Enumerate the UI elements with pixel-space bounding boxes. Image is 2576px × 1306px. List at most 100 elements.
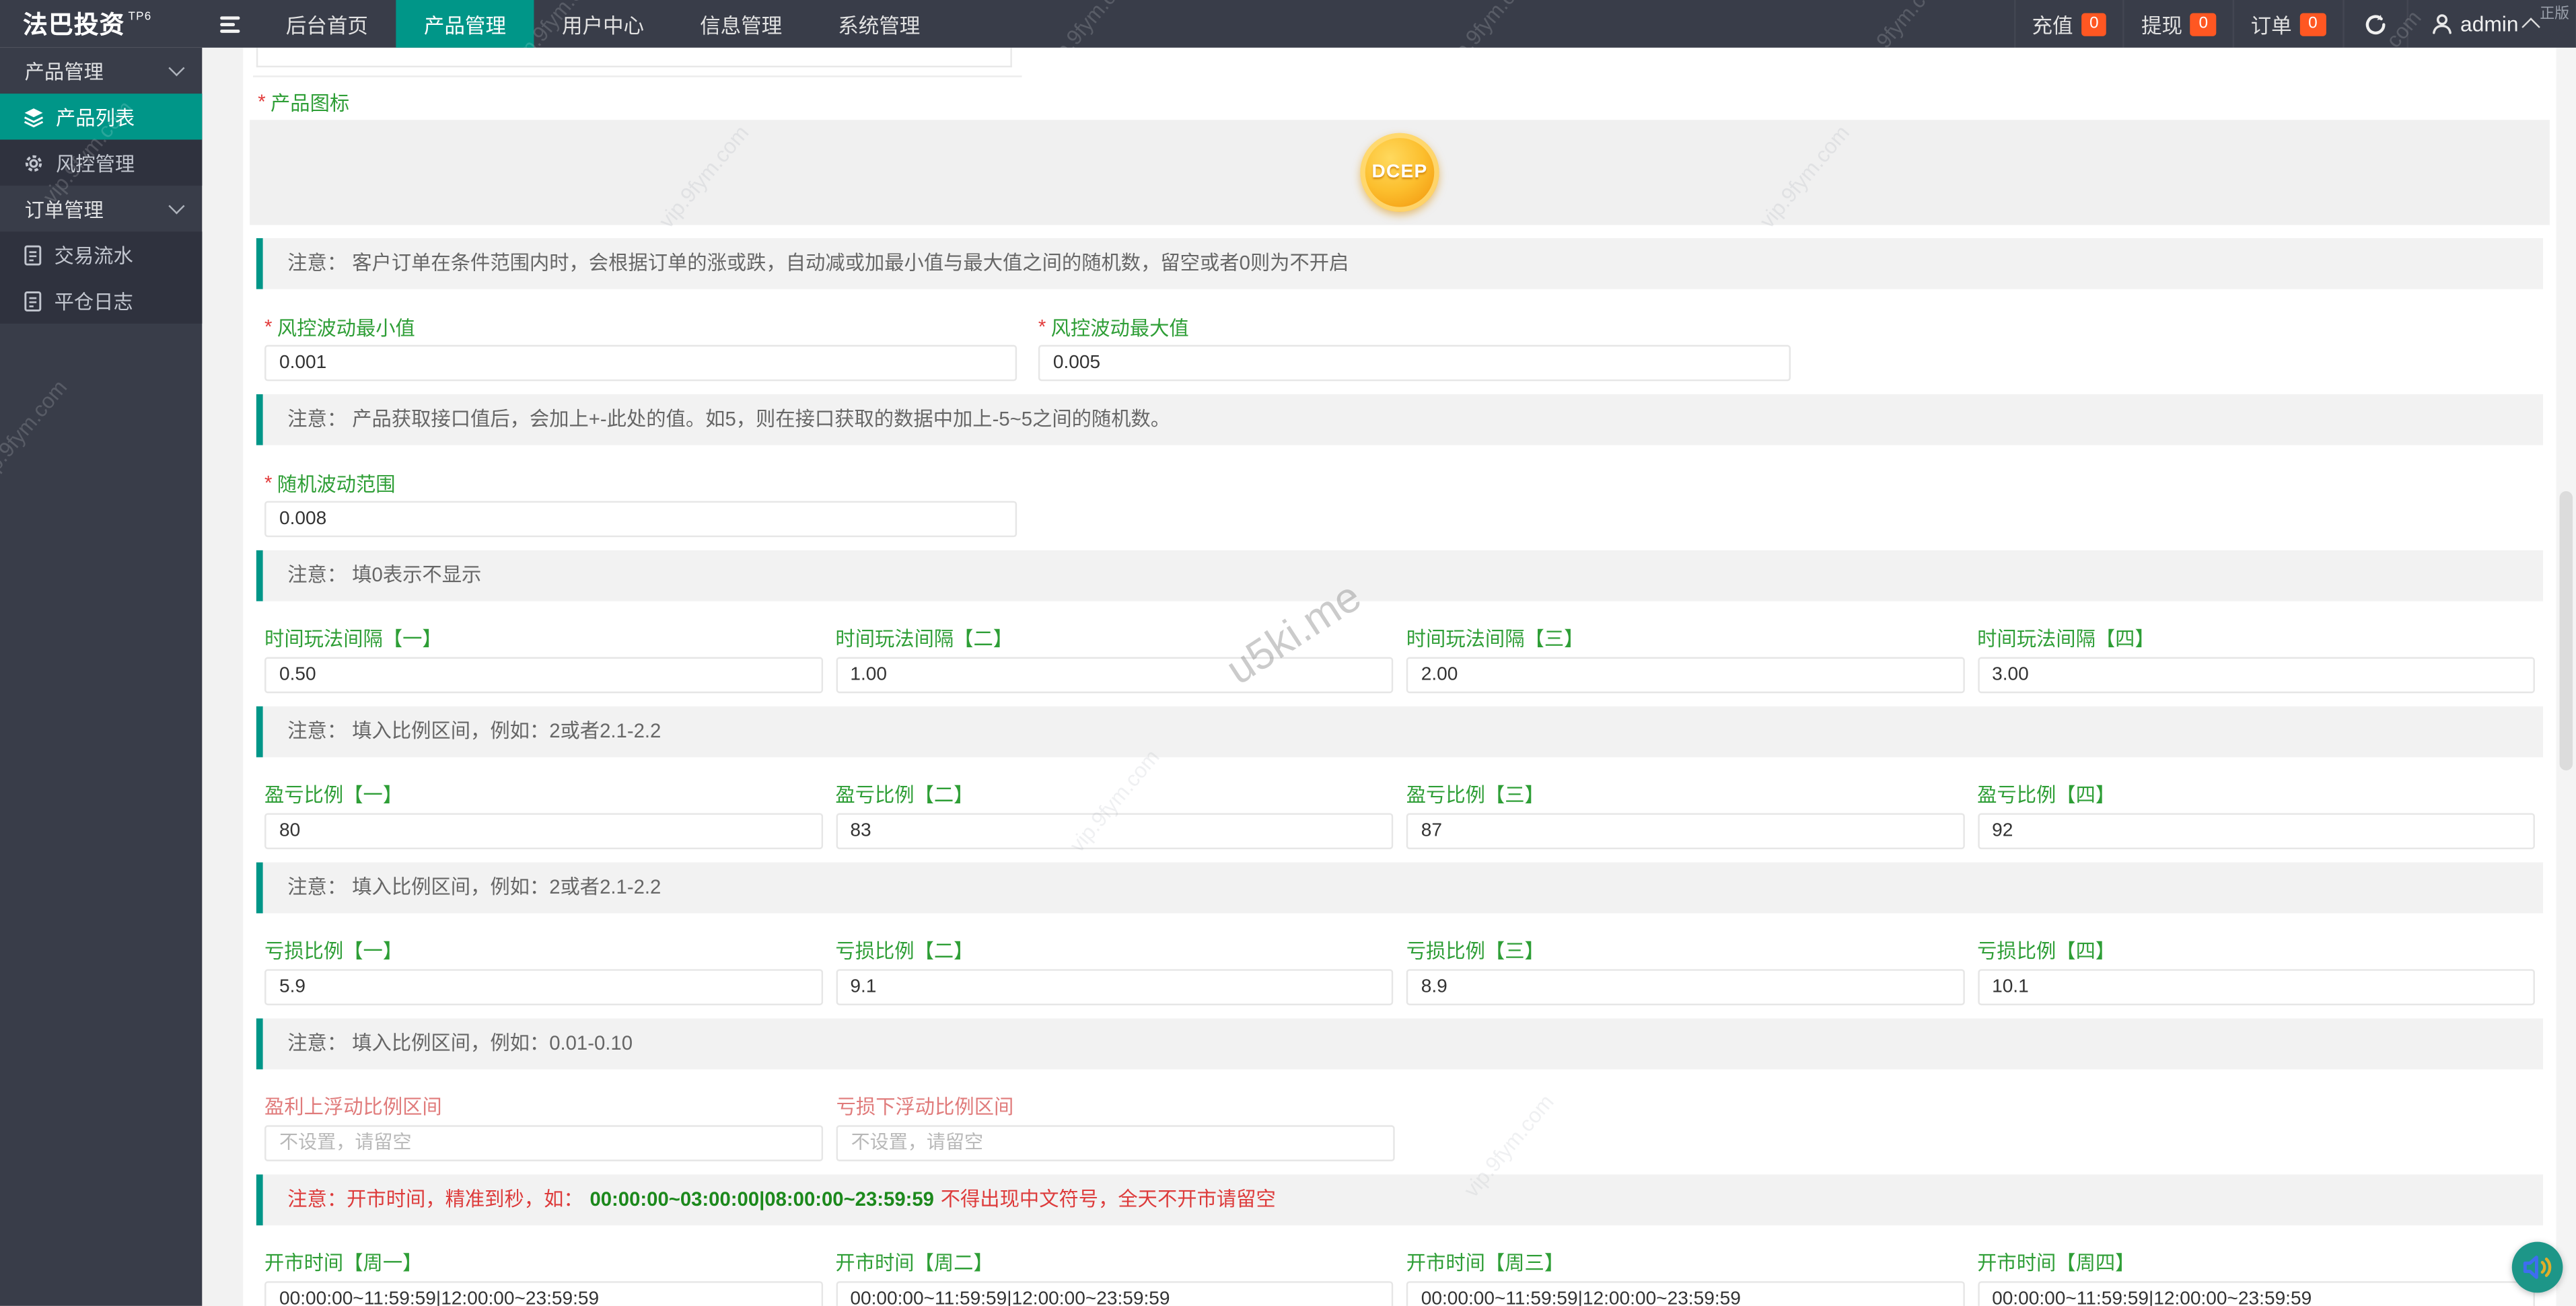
field-label-time-gap-4: 时间玩法间隔【四】 [1977, 627, 2155, 651]
nav-item-users[interactable]: 用户中心 [534, 0, 672, 48]
field-label-product-icon: * 产品图标 [258, 90, 350, 115]
vertical-scrollbar[interactable] [2556, 47, 2576, 1306]
sidebar-item-label: 产品列表 [56, 106, 135, 129]
form-card: * 产品图标 DCEP 注意： 客户订单在条件范围内时，会根据订单的涨或跌，自动减… [243, 47, 2556, 1306]
top-navbar: 法巴投资 TP6 后台首页 产品管理 用户中心 信息管理 系统管理 充值 0 提现… [0, 0, 2576, 48]
field-label-vol-max: * 风控波动最大值 [1038, 315, 1189, 340]
orders-label: 订单 [2250, 14, 2292, 38]
app-viewport: 法巴投资 TP6 后台首页 产品管理 用户中心 信息管理 系统管理 充值 0 提现… [0, 0, 2576, 1306]
loss-ratio-3-input[interactable] [1406, 969, 1964, 1006]
sidebar-item-label: 平仓日志 [54, 289, 133, 314]
recharge-label: 充值 [2032, 14, 2073, 38]
vol-min-input[interactable] [264, 344, 1017, 382]
product-icon-upload-area[interactable]: DCEP [250, 120, 2550, 225]
field-label-time-gap-3: 时间玩法间隔【三】 [1406, 627, 1584, 651]
sidebar-item-trade-flow[interactable]: 交易流水 [0, 231, 202, 277]
notice-zero-hidden: 注意： 填0表示不显示 [256, 550, 2544, 602]
random-range-input[interactable] [264, 501, 1017, 538]
field-label-profit-ratio-4: 盈亏比例【四】 [1977, 783, 2116, 807]
field-label-profit-ratio-1: 盈亏比例【一】 [264, 783, 403, 807]
main-area: * 产品图标 DCEP 注意： 客户订单在条件范围内时，会根据订单的涨或跌，自动减… [202, 47, 2576, 1306]
main-menu: 后台首页 产品管理 用户中心 信息管理 系统管理 [258, 0, 948, 48]
loss-ratio-1-input[interactable] [264, 969, 822, 1006]
brand-name: 法巴投资 [23, 11, 125, 40]
nav-item-info[interactable]: 信息管理 [672, 0, 810, 48]
vol-max-input[interactable] [1038, 344, 1791, 382]
notice-ratio-example-2: 注意： 填入比例区间，例如：2或者2.1-2.2 [256, 862, 2544, 914]
notice-ratio-small: 注意： 填入比例区间，例如：0.01-0.10 [256, 1018, 2544, 1070]
profit-ratio-3-input[interactable] [1406, 813, 1964, 850]
withdraw-badge: 0 [2190, 12, 2217, 36]
divider [252, 75, 1022, 77]
notice-open-time: 注意：开市时间，精准到秒，如： 00:00:00~03:00:00|08:00:0… [256, 1174, 2544, 1226]
field-label-open-tue: 开市时间【周二】 [835, 1251, 993, 1275]
chevron-up-icon [2521, 17, 2540, 36]
chevron-down-icon [168, 198, 185, 215]
corner-watermark: 正版 [2540, 5, 2570, 22]
sidebar-item-close-log[interactable]: 平仓日志 [0, 278, 202, 324]
field-label-open-mon: 开市时间【周一】 [264, 1251, 423, 1275]
field-label-time-gap-2: 时间玩法间隔【二】 [835, 627, 1013, 651]
gear-icon [25, 154, 42, 171]
time-gap-4-input[interactable] [1977, 657, 2535, 694]
field-label-float-down: 亏损下浮动比例区间 [836, 1095, 1014, 1119]
field-label-profit-ratio-3: 盈亏比例【三】 [1406, 783, 1544, 807]
field-label-open-thu: 开市时间【周四】 [1977, 1251, 2135, 1275]
sound-toggle-button[interactable] [2511, 1241, 2563, 1293]
username: admin [2460, 11, 2519, 36]
sidebar-group-products[interactable]: 产品管理 [0, 48, 202, 94]
loss-ratio-4-input[interactable] [1977, 969, 2535, 1006]
nav-item-home[interactable]: 后台首页 [258, 0, 396, 48]
field-label-profit-ratio-2: 盈亏比例【二】 [835, 783, 974, 807]
field-label-vol-min: * 风控波动最小值 [264, 315, 415, 340]
time-gap-2-input[interactable] [835, 657, 1394, 694]
float-up-input[interactable] [264, 1125, 824, 1161]
open-thu-input[interactable] [1977, 1281, 2535, 1306]
time-gap-3-input[interactable] [1406, 657, 1964, 694]
recharge-badge: 0 [2081, 12, 2107, 36]
nav-item-system[interactable]: 系统管理 [810, 0, 948, 48]
scrollbar-thumb[interactable] [2559, 491, 2573, 770]
recharge-stat[interactable]: 充值 0 [2013, 0, 2124, 48]
notice-ratio-example-1: 注意： 填入比例区间，例如：2或者2.1-2.2 [256, 706, 2544, 758]
notice-risk-range: 注意： 客户订单在条件范围内时，会根据订单的涨或跌，自动减或加最小值与最大值之间… [256, 238, 2544, 289]
field-label-loss-ratio-1: 亏损比例【一】 [264, 939, 403, 963]
brand-logo[interactable]: 法巴投资 TP6 [0, 0, 202, 48]
sidebar: 产品管理 产品列表 风控管理 订单管理 交易流水 平仓日志 [0, 47, 203, 1306]
sidebar-item-risk-control[interactable]: 风控管理 [0, 140, 202, 186]
orders-stat[interactable]: 订单 0 [2232, 0, 2342, 48]
withdraw-label: 提现 [2141, 14, 2183, 38]
layers-icon [24, 107, 44, 127]
field-label-open-wed: 开市时间【周三】 [1406, 1251, 1565, 1275]
loss-ratio-2-input[interactable] [835, 969, 1394, 1006]
refresh-icon[interactable] [2342, 0, 2406, 48]
nav-item-products[interactable]: 产品管理 [396, 0, 534, 48]
withdraw-stat[interactable]: 提现 0 [2123, 0, 2233, 48]
required-asterisk: * [258, 90, 266, 114]
file-icon [24, 244, 42, 265]
field-label-loss-ratio-2: 亏损比例【二】 [835, 939, 974, 963]
speaker-icon [2523, 1256, 2552, 1279]
open-wed-input[interactable] [1406, 1281, 1964, 1306]
float-down-input[interactable] [836, 1125, 1395, 1161]
sidebar-item-label: 风控管理 [56, 151, 135, 175]
user-icon [2432, 14, 2451, 34]
sidebar-item-product-list[interactable]: 产品列表 [0, 94, 203, 140]
sidebar-group-label: 产品管理 [24, 60, 104, 83]
collapse-menu-icon[interactable] [202, 0, 258, 48]
profit-ratio-2-input[interactable] [835, 813, 1394, 850]
open-tue-input[interactable] [835, 1281, 1394, 1306]
profit-ratio-1-input[interactable] [264, 813, 822, 850]
file-icon [24, 290, 42, 311]
profit-ratio-4-input[interactable] [1977, 813, 2535, 850]
time-gap-1-input[interactable] [264, 657, 822, 694]
sidebar-item-label: 交易流水 [54, 244, 133, 267]
field-label-loss-ratio-4: 亏损比例【四】 [1977, 939, 2116, 963]
chevron-down-icon [168, 60, 185, 77]
field-label-random-range: * 随机波动范围 [264, 471, 396, 497]
field-label-loss-ratio-3: 亏损比例【三】 [1406, 939, 1544, 963]
open-mon-input[interactable] [264, 1281, 822, 1306]
sidebar-group-orders[interactable]: 订单管理 [0, 186, 202, 231]
top-partial-input[interactable] [256, 47, 1012, 68]
product-coin-image: DCEP [1360, 133, 1439, 212]
